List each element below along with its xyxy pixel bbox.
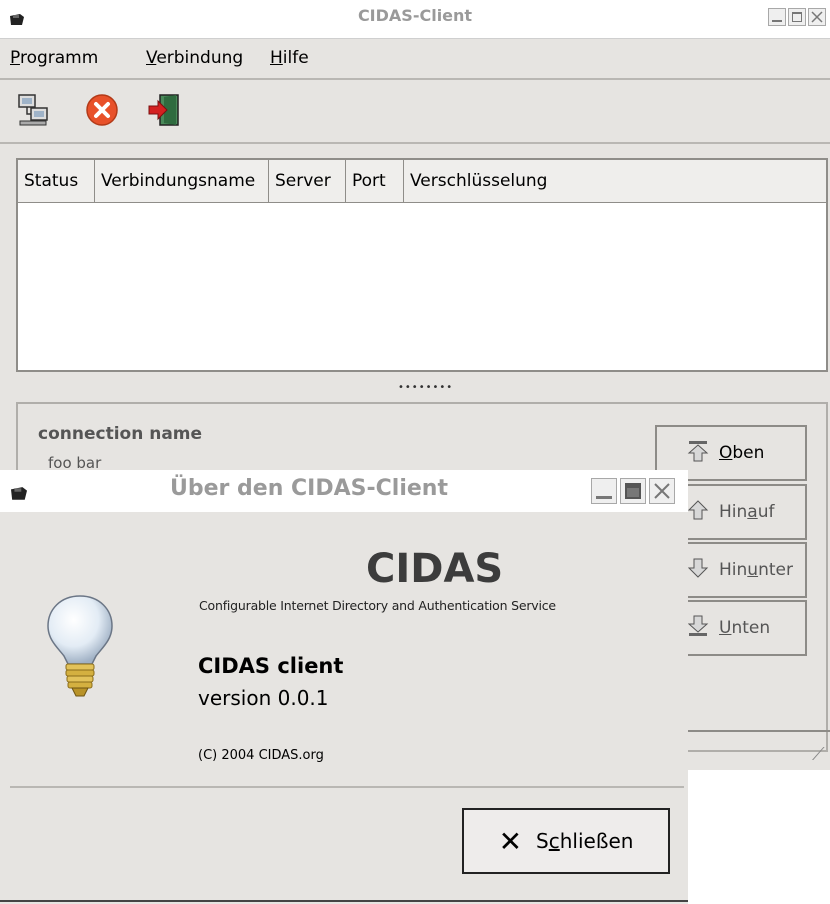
exit-button[interactable] — [142, 90, 186, 134]
toolbar — [0, 80, 830, 144]
exit-door-icon — [146, 92, 182, 133]
top-arrow-icon — [687, 440, 709, 467]
table-header: Status Verbindungsname Server Port Versc… — [18, 160, 826, 203]
column-header-verbindungsname[interactable]: Verbindungsname — [95, 160, 269, 202]
connection-name-heading: connection name — [38, 424, 203, 444]
close-dialog-button[interactable]: ✕ Schließen — [462, 808, 670, 874]
network-connect-icon — [16, 92, 52, 133]
main-window-controls — [766, 8, 826, 31]
menu-programm[interactable]: Programm — [10, 48, 98, 68]
menu-verbindung[interactable]: Verbindung — [146, 48, 243, 68]
app-icon — [8, 486, 27, 500]
maximize-icon[interactable] — [620, 478, 646, 504]
status-strip — [688, 730, 830, 772]
disconnect-button[interactable] — [80, 90, 124, 134]
client-version: version 0.0.1 — [198, 686, 329, 710]
up-arrow-icon — [687, 499, 709, 526]
column-header-port[interactable]: Port — [346, 160, 404, 202]
dialog-separator — [10, 786, 684, 788]
dialog-bottom-border — [0, 900, 688, 902]
lightbulb-icon — [44, 592, 116, 707]
menubar: Programm Verbindung Hilfe — [0, 38, 830, 80]
splitter-handle[interactable]: •••••••• — [398, 382, 453, 393]
about-dialog-titlebar[interactable]: Über den CIDAS-Client — [0, 470, 688, 512]
column-header-server[interactable]: Server — [269, 160, 346, 202]
product-title: CIDAS — [366, 546, 504, 592]
minimize-icon[interactable] — [591, 478, 617, 504]
connections-table[interactable]: Status Verbindungsname Server Port Versc… — [16, 158, 828, 372]
about-dialog: Über den CIDAS-Client CIDAS Configurable… — [0, 470, 688, 904]
close-dialog-label: Schließen — [536, 829, 634, 853]
copyright: (C) 2004 CIDAS.org — [198, 748, 324, 763]
bottom-arrow-icon — [687, 615, 709, 642]
client-name: CIDAS client — [198, 654, 344, 678]
about-dialog-title: Über den CIDAS-Client — [170, 476, 448, 501]
connect-button[interactable] — [12, 90, 56, 134]
column-header-verschluesselung[interactable]: Verschlüsselung — [404, 160, 826, 202]
dialog-window-controls — [588, 478, 675, 509]
minimize-icon[interactable] — [768, 8, 786, 26]
resize-grip-icon[interactable]: ⟋ — [812, 744, 825, 765]
maximize-icon[interactable] — [788, 8, 806, 26]
product-full-name: Configurable Internet Directory and Auth… — [199, 598, 556, 613]
close-icon[interactable] — [808, 8, 826, 26]
main-titlebar[interactable]: CIDAS-Client — [0, 0, 830, 39]
close-icon[interactable] — [649, 478, 675, 504]
menu-hilfe[interactable]: Hilfe — [270, 48, 309, 68]
main-window-title: CIDAS-Client — [357, 6, 473, 25]
down-arrow-icon — [687, 557, 709, 584]
close-x-icon: ✕ — [498, 824, 523, 858]
disconnect-icon — [84, 92, 120, 133]
column-header-status[interactable]: Status — [18, 160, 95, 202]
